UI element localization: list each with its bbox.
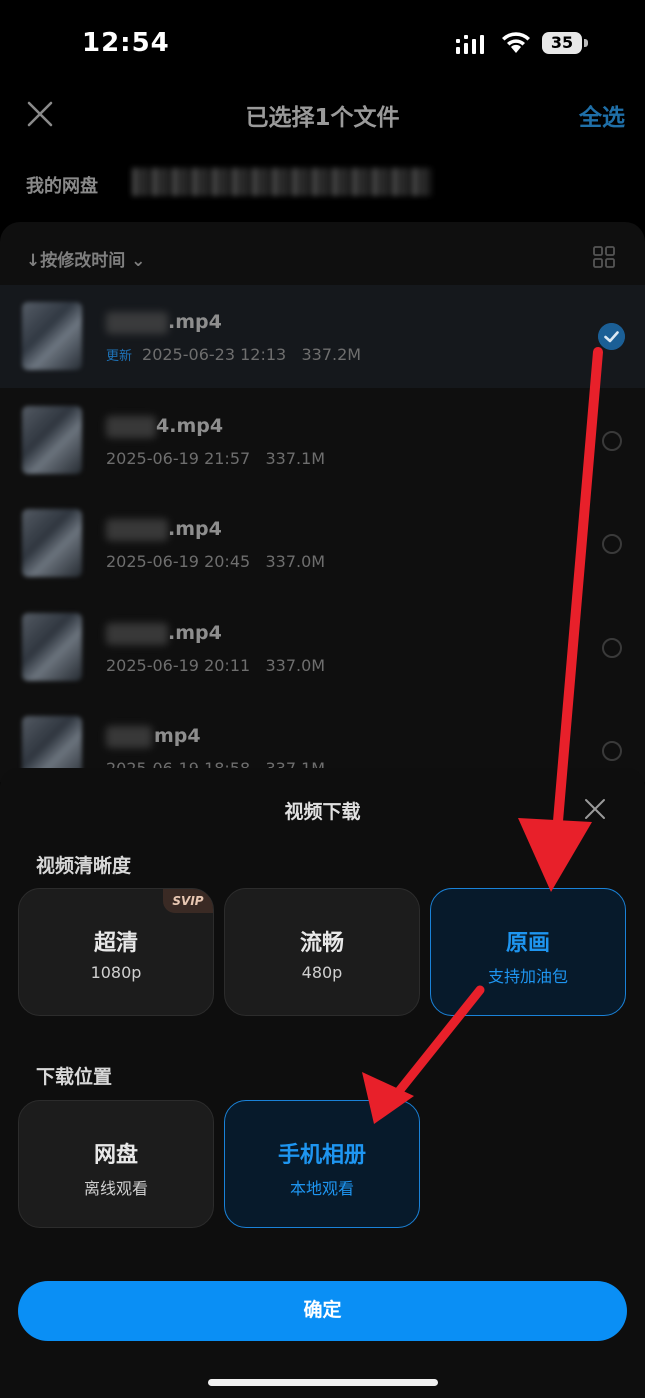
chevron-down-icon: ⌄ bbox=[131, 251, 146, 271]
option-subtitle: 480p bbox=[301, 963, 343, 982]
file-name-ext: .mp4 bbox=[168, 518, 222, 540]
file-size: 337.2M bbox=[301, 345, 362, 364]
option-title: 网盘 bbox=[93, 1143, 138, 1168]
file-row[interactable]: mp4 2025-06-19 18:58 337.1M bbox=[0, 699, 645, 768]
checkbox-checked-icon[interactable] bbox=[598, 323, 625, 350]
file-date: 2025-06-19 20:11 bbox=[106, 656, 251, 675]
battery-indicator: 35 bbox=[542, 32, 582, 54]
file-name-ext: 4.mp4 bbox=[156, 415, 224, 437]
option-subtitle: 1080p bbox=[90, 963, 142, 982]
quality-option-480p[interactable]: 流畅 480p bbox=[224, 888, 420, 1016]
video-thumbnail bbox=[22, 613, 82, 681]
file-name-ext: .mp4 bbox=[168, 311, 222, 333]
svip-badge: SVIP bbox=[163, 889, 213, 913]
file-date: 2025-06-19 20:45 bbox=[106, 552, 251, 571]
file-size: 337.0M bbox=[265, 552, 326, 571]
status-time: 12:54 bbox=[82, 28, 170, 58]
select-all-button[interactable]: 全选 bbox=[579, 98, 625, 132]
file-meta: 2025-06-19 20:11 337.0M bbox=[106, 656, 325, 675]
quality-option-1080p[interactable]: SVIP 超清 1080p bbox=[18, 888, 214, 1016]
option-subtitle: 支持加油包 bbox=[487, 967, 568, 986]
confirm-button[interactable]: 确定 bbox=[18, 1281, 627, 1341]
option-title: 流畅 bbox=[299, 931, 344, 956]
file-row[interactable]: .mp4 更新 2025-06-23 12:13 337.2M bbox=[0, 285, 645, 388]
sort-dropdown[interactable]: ↓按修改时间 ⌄ bbox=[26, 246, 145, 271]
video-thumbnail bbox=[22, 302, 82, 370]
checkbox-empty[interactable] bbox=[602, 431, 622, 451]
close-icon[interactable] bbox=[584, 798, 606, 820]
option-title: 手机相册 bbox=[277, 1143, 366, 1168]
wifi-icon bbox=[502, 32, 530, 53]
checkbox-empty[interactable] bbox=[602, 534, 622, 554]
location-option-phone-album[interactable]: 手机相册 本地观看 bbox=[224, 1100, 420, 1228]
file-size: 337.1M bbox=[265, 759, 325, 768]
grid-view-icon[interactable] bbox=[593, 246, 615, 268]
file-name-ext: .mp4 bbox=[168, 622, 222, 644]
file-date: 2025-06-23 12:13 bbox=[142, 345, 287, 364]
quality-option-original[interactable]: 原画 支持加油包 bbox=[430, 888, 626, 1016]
option-subtitle: 本地观看 bbox=[289, 1179, 354, 1198]
checkbox-empty[interactable] bbox=[602, 638, 622, 658]
location-section-label: 下载位置 bbox=[36, 1066, 113, 1088]
file-date: 2025-06-19 18:58 bbox=[106, 759, 250, 768]
quality-section-label: 视频清晰度 bbox=[36, 855, 132, 877]
video-thumbnail bbox=[22, 716, 82, 768]
file-meta: 更新 2025-06-23 12:13 337.2M bbox=[106, 345, 361, 364]
file-size: 337.1M bbox=[265, 449, 326, 468]
update-tag: 更新 bbox=[106, 349, 133, 364]
checkbox-empty[interactable] bbox=[602, 741, 622, 761]
battery-tip bbox=[584, 39, 588, 47]
file-meta: 2025-06-19 21:57 337.1M bbox=[106, 449, 325, 468]
blurred-filename bbox=[106, 623, 168, 645]
file-date: 2025-06-19 21:57 bbox=[106, 449, 251, 468]
blurred-filename bbox=[106, 416, 156, 438]
sort-label: ↓按修改时间 bbox=[26, 251, 126, 271]
option-title: 原画 bbox=[505, 931, 550, 956]
file-row[interactable]: .mp4 2025-06-19 20:45 337.0M bbox=[0, 492, 645, 595]
page-title: 已选择1个文件 bbox=[245, 105, 400, 131]
file-row[interactable]: .mp4 2025-06-19 20:11 337.0M bbox=[0, 596, 645, 699]
file-name-ext: mp4 bbox=[154, 725, 201, 747]
home-indicator bbox=[208, 1379, 438, 1386]
signal-icon bbox=[456, 35, 484, 54]
location-option-cloud[interactable]: 网盘 离线观看 bbox=[18, 1100, 214, 1228]
blurred-filename bbox=[106, 726, 152, 748]
breadcrumb[interactable]: 我的网盘 bbox=[26, 172, 98, 198]
breadcrumb-blurred-path bbox=[132, 168, 432, 196]
file-row[interactable]: 4.mp4 2025-06-19 21:57 337.1M bbox=[0, 389, 645, 492]
file-meta: 2025-06-19 18:58 337.1M bbox=[106, 759, 325, 768]
blurred-filename bbox=[106, 312, 168, 334]
sheet-title: 视频下载 bbox=[284, 801, 361, 823]
blurred-filename bbox=[106, 519, 168, 541]
video-thumbnail bbox=[22, 406, 82, 474]
file-meta: 2025-06-19 20:45 337.0M bbox=[106, 552, 325, 571]
video-thumbnail bbox=[22, 509, 82, 577]
option-subtitle: 离线观看 bbox=[83, 1179, 148, 1198]
option-title: 超清 bbox=[93, 931, 138, 956]
file-size: 337.0M bbox=[265, 656, 326, 675]
status-bar: 12:54 35 bbox=[0, 0, 645, 88]
